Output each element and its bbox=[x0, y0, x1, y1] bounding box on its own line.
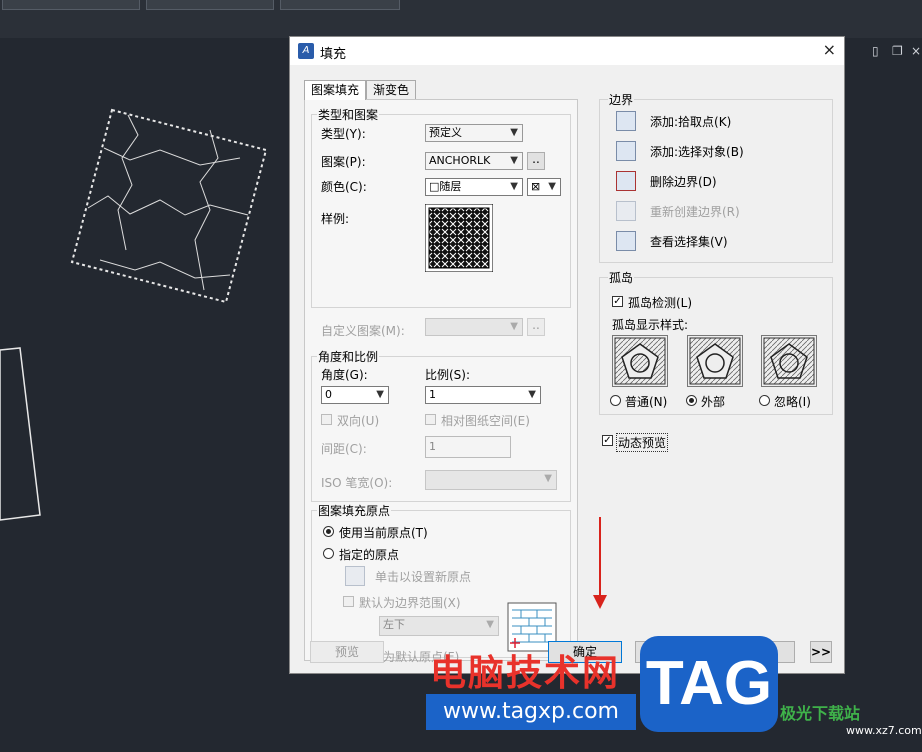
specified-origin-label: 指定的原点 bbox=[339, 548, 400, 562]
view-selection-icon[interactable] bbox=[616, 231, 636, 251]
island-outer-radio[interactable] bbox=[686, 395, 697, 406]
background-color-select[interactable]: ⊠ ▼ bbox=[527, 178, 561, 196]
pattern-sample-preview[interactable] bbox=[425, 204, 493, 272]
selected-hatch-boundary bbox=[70, 108, 268, 304]
custom-browse-button[interactable]: .. bbox=[527, 318, 545, 336]
pattern-browse-button[interactable]: .. bbox=[527, 152, 545, 170]
use-current-origin-label: 使用当前原点(T) bbox=[339, 526, 428, 540]
use-current-origin-radio[interactable] bbox=[323, 526, 334, 537]
preview-button[interactable]: 预览 bbox=[310, 641, 384, 663]
relative-paper-label: 相对图纸空间(E) bbox=[441, 414, 530, 428]
chevron-down-icon: ▼ bbox=[510, 155, 518, 166]
custom-pattern-select[interactable]: ▼ bbox=[425, 318, 523, 336]
double-label: 双向(U) bbox=[337, 414, 380, 428]
watermark-brand-url: www.xz7.com bbox=[846, 724, 922, 737]
island-detect-checkbox[interactable]: ✓ bbox=[612, 296, 623, 307]
origin-position-value: 左下 bbox=[383, 618, 405, 631]
view-selection-label[interactable]: 查看选择集(V) bbox=[650, 233, 728, 250]
type-select-value: 预定义 bbox=[429, 126, 462, 139]
spacing-input[interactable]: 1 bbox=[425, 436, 511, 458]
pattern-select-value: ANCHORLK bbox=[429, 154, 491, 167]
dialog-title: 填充 bbox=[320, 47, 347, 62]
pattern-label: 图案(P): bbox=[321, 155, 366, 169]
double-checkbox[interactable] bbox=[321, 414, 332, 425]
island-style-label: 孤岛显示样式: bbox=[612, 318, 689, 332]
remove-boundary-label[interactable]: 删除边界(D) bbox=[650, 173, 717, 190]
island-detect-label: 孤岛检测(L) bbox=[628, 296, 693, 310]
set-origin-icon[interactable] bbox=[345, 566, 365, 586]
island-ignore-radio[interactable] bbox=[759, 395, 770, 406]
pattern-select[interactable]: ANCHORLK ▼ bbox=[425, 152, 523, 170]
color-select[interactable]: □随层 ▼ bbox=[425, 178, 523, 196]
scale-select-value: 1 bbox=[429, 388, 436, 401]
angle-scale-group-label: 角度和比例 bbox=[317, 348, 380, 365]
origin-position-select[interactable]: 左下 ▼ bbox=[379, 616, 499, 636]
close-icon[interactable]: × bbox=[823, 40, 836, 59]
chevron-down-icon: ▼ bbox=[528, 389, 536, 400]
island-normal-label: 普通(N) bbox=[625, 395, 668, 409]
watermark-site-url: www.tagxp.com bbox=[426, 694, 636, 730]
islands-group-label: 孤岛 bbox=[608, 269, 635, 286]
sample-label: 样例: bbox=[321, 212, 350, 226]
island-outer-label: 外部 bbox=[701, 395, 726, 409]
type-select[interactable]: 预定义 ▼ bbox=[425, 124, 523, 142]
custom-pattern-label: 自定义图案(M): bbox=[321, 324, 405, 338]
island-ignore-image[interactable] bbox=[761, 335, 817, 387]
recreate-boundary-label[interactable]: 重新创建边界(R) bbox=[650, 203, 740, 220]
default-boundary-label: 默认为边界范围(X) bbox=[359, 596, 461, 610]
select-objects-icon[interactable] bbox=[616, 141, 636, 161]
hatch-pattern-lines bbox=[87, 114, 249, 291]
watermark-brand: 极光下载站 bbox=[780, 704, 861, 723]
chevron-down-icon: ▼ bbox=[544, 473, 552, 484]
scale-select[interactable]: 1 ▼ bbox=[425, 386, 541, 404]
scale-label: 比例(S): bbox=[425, 368, 471, 382]
type-pattern-group-label: 类型和图案 bbox=[317, 106, 380, 123]
origin-group-label: 图案填充原点 bbox=[317, 502, 392, 519]
watermark-tag-logo: TAG bbox=[640, 636, 778, 732]
boundary-group-label: 边界 bbox=[608, 91, 635, 108]
relative-paper-checkbox[interactable] bbox=[425, 414, 436, 425]
angle-select[interactable]: 0 ▼ bbox=[321, 386, 389, 404]
watermark-site-cn: 电脑技术网 bbox=[430, 653, 621, 694]
color-label: 颜色(C): bbox=[321, 180, 367, 194]
angle-select-value: 0 bbox=[325, 388, 332, 401]
iso-pen-width-select[interactable]: ▼ bbox=[425, 470, 557, 490]
dynamic-preview-checkbox[interactable]: ✓ bbox=[602, 435, 613, 446]
color-select-value: 随层 bbox=[439, 180, 462, 193]
island-outer-image[interactable] bbox=[687, 335, 743, 387]
island-normal-image[interactable] bbox=[612, 335, 668, 387]
color-swatch-icon: □ bbox=[429, 180, 440, 193]
specified-origin-radio[interactable] bbox=[323, 548, 334, 559]
add-select-objects-label[interactable]: 添加:选择对象(B) bbox=[650, 143, 744, 160]
type-label: 类型(Y): bbox=[321, 127, 366, 141]
tab-gradient[interactable]: 渐变色 bbox=[366, 80, 417, 99]
dialog-titlebar: A 填充 × bbox=[290, 37, 844, 65]
hatch-dialog: A 填充 × 图案填充 渐变色 类型和图案 类型(Y): 预定义 ▼ 图案(P):… bbox=[289, 36, 845, 674]
no-fill-icon: ⊠ bbox=[531, 180, 541, 193]
pattern-fill-panel: 类型和图案 类型(Y): 预定义 ▼ 图案(P): ANCHORLK ▼ .. 颜色… bbox=[304, 99, 578, 664]
island-ignore-label: 忽略(I) bbox=[774, 395, 811, 409]
chevron-down-icon: ▼ bbox=[486, 619, 494, 630]
chevron-down-icon: ▼ bbox=[510, 127, 518, 138]
remove-boundary-icon[interactable] bbox=[616, 171, 636, 191]
pick-point-icon[interactable] bbox=[616, 111, 636, 131]
red-arrow-annotation bbox=[593, 517, 607, 609]
recreate-boundary-icon[interactable] bbox=[616, 201, 636, 221]
chevron-down-icon: ▼ bbox=[510, 181, 518, 192]
chevron-down-icon: ▼ bbox=[548, 181, 556, 192]
dynamic-preview-label: 动态预览 bbox=[616, 433, 669, 452]
chevron-down-icon: ▼ bbox=[376, 389, 384, 400]
tab-pattern-fill[interactable]: 图案填充 bbox=[304, 80, 367, 100]
angle-label: 角度(G): bbox=[321, 368, 368, 382]
canvas-polygon bbox=[0, 347, 41, 521]
island-normal-radio[interactable] bbox=[610, 395, 621, 406]
expand-button[interactable]: >> bbox=[810, 641, 832, 663]
hatch-app-icon: A bbox=[298, 43, 314, 59]
add-pick-point-label[interactable]: 添加:拾取点(K) bbox=[650, 113, 731, 130]
spacing-label: 间距(C): bbox=[321, 442, 367, 456]
chevron-down-icon: ▼ bbox=[510, 321, 518, 332]
default-boundary-checkbox[interactable] bbox=[343, 596, 354, 607]
click-set-origin-label: 单击以设置新原点 bbox=[375, 570, 472, 584]
iso-pen-width-label: ISO 笔宽(O): bbox=[321, 476, 393, 490]
